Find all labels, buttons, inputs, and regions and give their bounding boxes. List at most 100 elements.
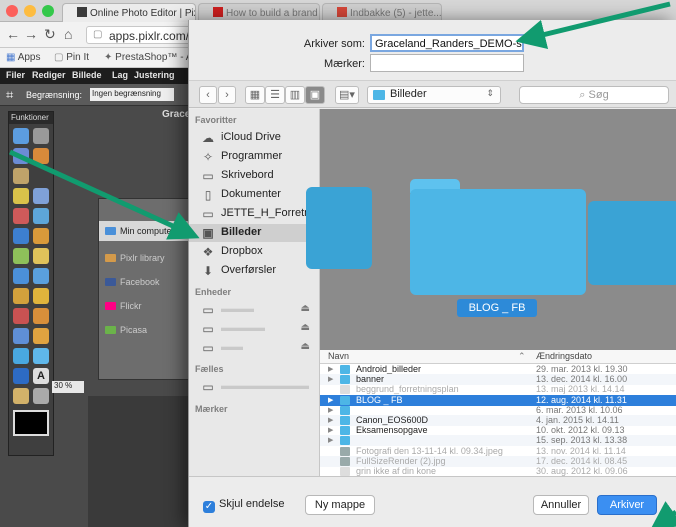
- spot-heal-tool-icon[interactable]: [33, 308, 49, 324]
- marquee-tool-icon[interactable]: [13, 148, 29, 164]
- preview-label: BLOG _ FB: [457, 299, 537, 317]
- dodge-tool-icon[interactable]: [13, 288, 29, 304]
- folder-icon: [340, 405, 350, 415]
- tags-input[interactable]: [370, 54, 524, 72]
- folder-icon: [340, 365, 350, 374]
- icon-view-button[interactable]: ▦: [245, 86, 265, 104]
- open-item-facebook[interactable]: Facebook: [105, 277, 160, 287]
- sponge-tool-icon[interactable]: [33, 348, 49, 364]
- constraint-select[interactable]: Ingen begrænsning: [90, 88, 174, 101]
- hand-tool-icon[interactable]: [13, 388, 29, 404]
- burn-tool-icon[interactable]: [33, 288, 49, 304]
- new-folder-button[interactable]: Ny mappe: [305, 495, 375, 515]
- sidebar-item-overforsler[interactable]: ⬇ Overførsler: [189, 262, 320, 280]
- forward-button[interactable]: ›: [218, 86, 236, 104]
- eject-icon[interactable]: ⏏: [301, 341, 310, 352]
- redeye-tool-icon[interactable]: [13, 308, 29, 324]
- dropbox-icon: ❖: [202, 245, 214, 259]
- open-item-flickr[interactable]: Flickr: [105, 301, 142, 311]
- eject-icon[interactable]: ⏏: [301, 303, 310, 314]
- zoom-window-button[interactable]: [42, 5, 54, 17]
- sidebar-item-programmer[interactable]: ✧ Programmer: [189, 148, 320, 166]
- back-arrow-icon[interactable]: ←: [6, 26, 20, 42]
- menu-filer[interactable]: Filer: [6, 70, 25, 80]
- minimize-window-button[interactable]: [24, 5, 36, 17]
- bookmark-prestashop[interactable]: ✦ PrestaShop™ - Ad: [104, 52, 198, 63]
- bookmark-pinit[interactable]: ▢ Pin It: [54, 52, 89, 63]
- replace-tool-icon[interactable]: [33, 248, 49, 264]
- move-tool-icon[interactable]: [33, 128, 49, 144]
- sidebar-item-icloud[interactable]: ☁ iCloud Drive: [189, 129, 320, 147]
- forward-arrow-icon[interactable]: →: [24, 26, 38, 42]
- eraser-tool-icon[interactable]: [13, 208, 29, 224]
- save-as-label: Arkiver som:: [303, 38, 365, 50]
- bookmark-apps[interactable]: ▦ Apps: [6, 52, 40, 63]
- close-window-button[interactable]: [6, 5, 18, 17]
- save-dialog: Arkiver som: Graceland_Randers_DEMO-skår…: [188, 20, 676, 527]
- drive-icon: ▭: [202, 322, 214, 336]
- filename-input[interactable]: Graceland_Randers_DEMO-skåret: [370, 34, 524, 52]
- sidebar-item-jette[interactable]: ▭ JETTE_H_Forretning: [189, 205, 325, 223]
- sidebar-shared-1[interactable]: ▭ ▬▬▬▬▬▬▬▬: [189, 378, 320, 396]
- sidebar-item-skrivebord[interactable]: ▭ Skrivebord: [189, 167, 320, 185]
- sidebar-device-2[interactable]: ▭ ▬▬▬▬ ⏏: [189, 320, 320, 338]
- tab-pixlr[interactable]: Online Photo Editor | Pixlr: [62, 3, 196, 22]
- folder-center-icon: [410, 189, 586, 295]
- crop-tool-icon[interactable]: [13, 128, 29, 144]
- sidebar-device-1[interactable]: ▭ ▬▬▬ ⏏: [189, 301, 320, 319]
- gradient-tool-icon[interactable]: [13, 228, 29, 244]
- menu-billede[interactable]: Billede: [72, 70, 102, 80]
- wand-tool-icon[interactable]: [13, 168, 29, 184]
- lasso-tool-icon[interactable]: [33, 148, 49, 164]
- bloat-tool-icon[interactable]: [13, 328, 29, 344]
- reload-icon[interactable]: ↻: [44, 26, 56, 43]
- arrange-button[interactable]: ▤▾: [335, 86, 359, 104]
- save-button[interactable]: Arkiver: [597, 495, 657, 515]
- sidebar-item-dropbox[interactable]: ❖ Dropbox: [189, 243, 320, 261]
- sharpen-tool-icon[interactable]: [33, 268, 49, 284]
- pencil-tool-icon[interactable]: [13, 188, 29, 204]
- drop-tool-icon[interactable]: [13, 268, 29, 284]
- open-item-picasa[interactable]: Picasa: [105, 325, 147, 335]
- brush-tool-icon[interactable]: [33, 188, 49, 204]
- cancel-button[interactable]: Annuller: [533, 495, 589, 515]
- home-icon[interactable]: ⌂: [64, 26, 72, 42]
- picker-tool-icon[interactable]: [13, 368, 29, 384]
- zoom-field[interactable]: 30 %: [52, 381, 84, 393]
- text-tool-icon[interactable]: A: [33, 368, 49, 384]
- folder-icon: [373, 90, 385, 100]
- cloud-icon: ☁: [202, 131, 214, 145]
- list-view-button[interactable]: ☰: [265, 86, 285, 104]
- open-item-computer[interactable]: Min computer: [99, 221, 199, 241]
- back-button[interactable]: ‹: [199, 86, 217, 104]
- location-popup[interactable]: Billeder ⇕: [367, 86, 501, 104]
- spray-tool-icon[interactable]: [33, 208, 49, 224]
- finder-toolbar: ‹ › ▦ ☰ ▥ ▣ ▤▾ Billeder ⇕ ⌕ Søg: [189, 80, 676, 108]
- file-name: grin ikke af din kone: [356, 466, 437, 476]
- hide-extension-checkbox[interactable]: ✓ Skjul endelse: [203, 498, 284, 513]
- pinch-tool-icon[interactable]: [33, 328, 49, 344]
- open-item-library[interactable]: Pixlr library: [105, 253, 165, 263]
- computer-icon: [105, 227, 116, 235]
- menu-justering[interactable]: Justering: [134, 70, 175, 80]
- menu-rediger[interactable]: Rediger: [32, 70, 66, 80]
- zoom-tool-icon[interactable]: [33, 388, 49, 404]
- sidebar-item-billeder[interactable]: ▣ Billeder: [189, 224, 320, 242]
- color-swatch[interactable]: [13, 410, 49, 436]
- facebook-icon: [105, 278, 116, 286]
- coverflow-view-button[interactable]: ▣: [305, 86, 325, 104]
- coverflow-preview: BLOG _ FB: [306, 109, 676, 350]
- colorize-tool-icon[interactable]: [13, 348, 29, 364]
- eject-icon[interactable]: ⏏: [301, 322, 310, 333]
- clone-tool-icon[interactable]: [13, 248, 29, 264]
- bucket-tool-icon[interactable]: [33, 228, 49, 244]
- sidebar-item-dokumenter[interactable]: ▯ Dokumenter: [189, 186, 320, 204]
- column-date[interactable]: Ændringsdato: [536, 351, 592, 361]
- column-name[interactable]: Navn: [328, 351, 349, 361]
- file-row[interactable]: grin ikke af din kone 30. aug. 2012 kl. 0…: [320, 466, 676, 476]
- column-view-button[interactable]: ▥: [285, 86, 305, 104]
- menu-lag[interactable]: Lag: [112, 70, 128, 80]
- search-input[interactable]: ⌕ Søg: [519, 86, 669, 104]
- dialog-footer: ✓ Skjul endelse Ny mappe Annuller Arkiver: [189, 476, 676, 527]
- sidebar-device-3[interactable]: ▭ ▬▬ ⏏: [189, 339, 320, 357]
